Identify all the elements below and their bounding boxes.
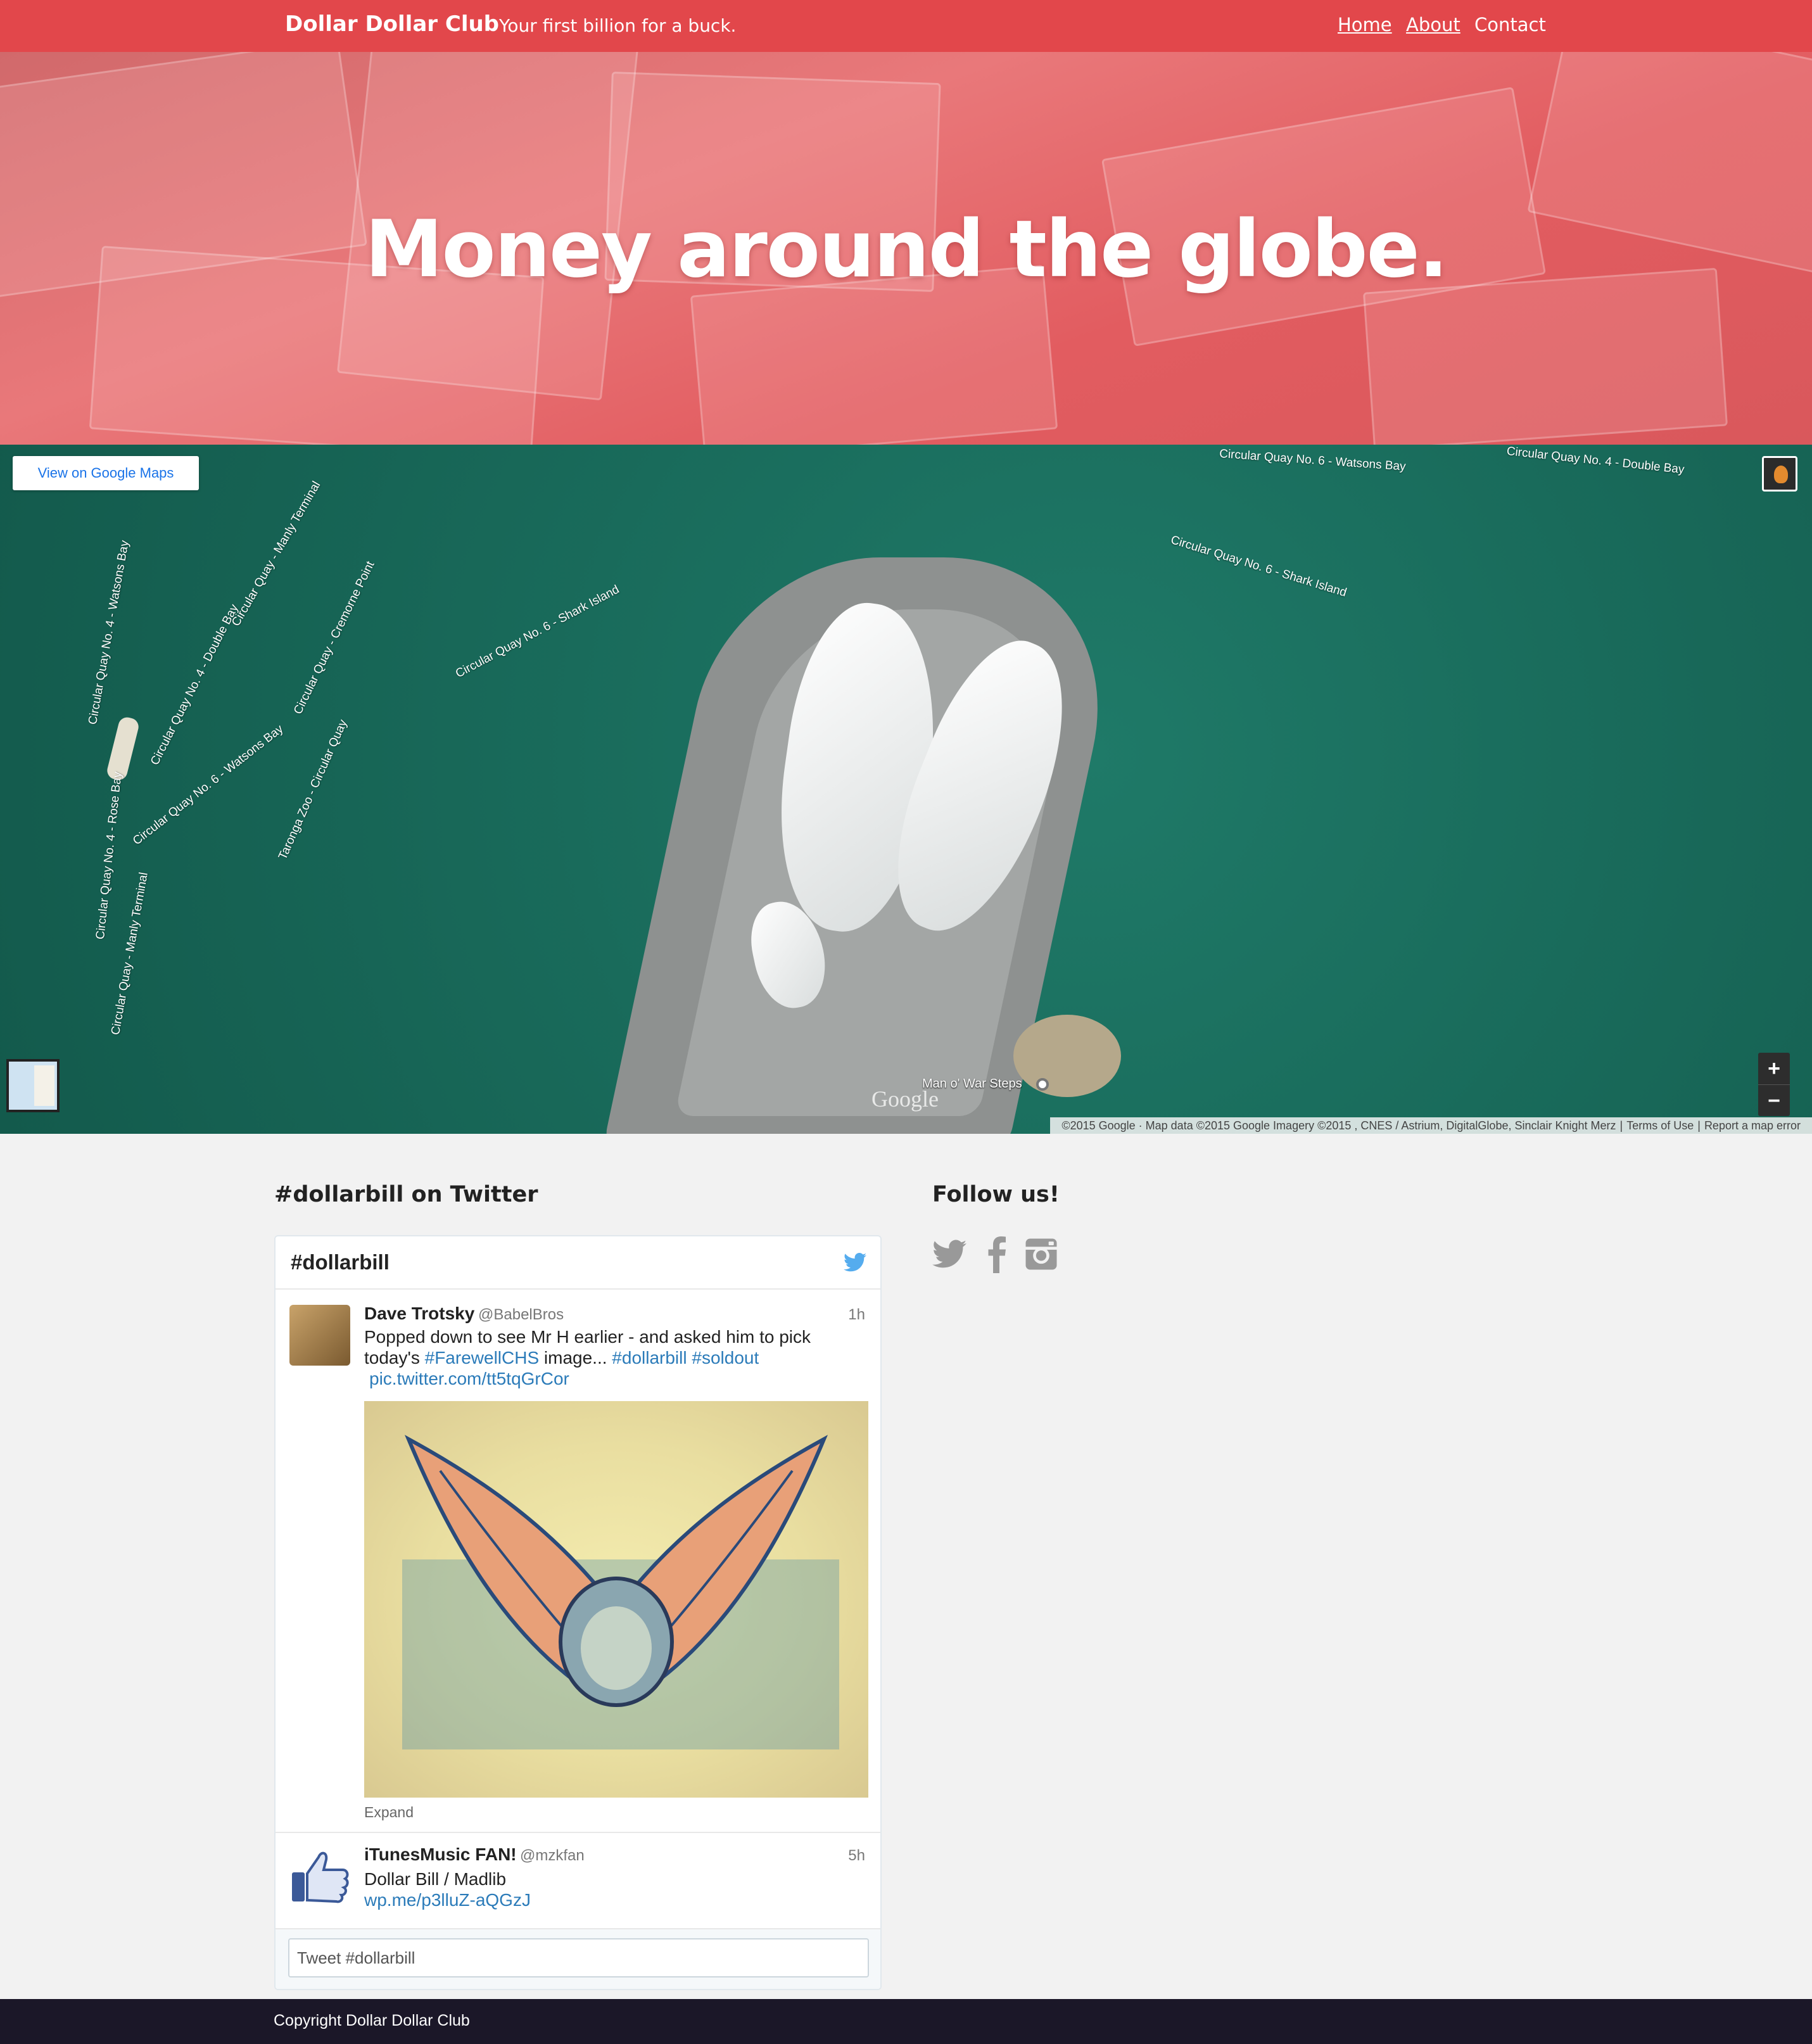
navbar: Dollar Dollar Club Your first billion fo… <box>0 0 1812 52</box>
map-rocks <box>1013 1015 1121 1097</box>
twitter-section-heading: #dollarbill on Twitter <box>274 1182 538 1207</box>
tweet-author[interactable]: Dave Trotsky <box>364 1304 474 1324</box>
tweet-text: Dollar Bill / Madlib wp.me/p3lluZ-aQGzJ <box>364 1869 531 1910</box>
map-route-label: Circular Quay No. 4 - Rose Bay <box>94 771 125 941</box>
copyright-text: Copyright Dollar Dollar Club <box>274 2012 470 2029</box>
nav-home-link[interactable]: Home <box>1338 14 1392 35</box>
zoom-in-button[interactable]: + <box>1758 1053 1790 1084</box>
map-route-label: Circular Quay No. 4 - Watsons Bay <box>86 539 132 726</box>
map-route-label: Circular Quay No. 6 - Watsons Bay <box>1219 447 1407 474</box>
map-attribution: ©2015 Google · Map data ©2015 Google Ima… <box>1050 1117 1812 1134</box>
map-route-label: Circular Quay No. 6 - Shark Island <box>1169 533 1348 600</box>
avatar[interactable] <box>289 1305 350 1366</box>
nav-contact-link[interactable]: Contact <box>1474 14 1546 35</box>
tweet-text-line: today's #FarewellCHS image... #dollarbil… <box>364 1347 811 1368</box>
street-view-pegman-icon[interactable] <box>1762 456 1797 492</box>
footer: Copyright Dollar Dollar Club <box>0 1999 1812 2044</box>
expand-link[interactable]: Expand <box>364 1804 414 1821</box>
tweet-photo[interactable] <box>364 1401 868 1798</box>
hero-banner: Money around the globe. <box>0 52 1812 445</box>
twitter-bird-icon[interactable] <box>844 1253 866 1272</box>
tweet-author[interactable]: iTunesMusic FAN! <box>364 1844 517 1865</box>
tweet-text-fragment: today's <box>364 1348 425 1368</box>
map-route-label: Circular Quay No. 6 - Shark Island <box>453 583 622 681</box>
twitter-timeline-widget: #dollarbill Dave Trotsky @BabelBros 1h P… <box>274 1235 882 1990</box>
tweet-link[interactable]: wp.me/p3lluZ-aQGzJ <box>364 1890 531 1910</box>
tweet-text-fragment: image... <box>539 1348 612 1368</box>
nav-about-link[interactable]: About <box>1406 14 1460 35</box>
tweet-text-line: Dollar Bill / Madlib <box>364 1869 507 1889</box>
map-type-thumbnail[interactable] <box>6 1059 60 1112</box>
thumbs-up-avatar-icon[interactable] <box>289 1844 350 1905</box>
report-map-error-link[interactable]: Report a map error <box>1701 1119 1804 1132</box>
zoom-control: + − <box>1758 1053 1790 1116</box>
facebook-icon[interactable] <box>985 1235 1007 1273</box>
tweet-timestamp[interactable]: 1h <box>848 1306 865 1324</box>
view-on-google-maps-button[interactable]: View on Google Maps <box>13 456 199 490</box>
hashtag-link[interactable]: #dollarbill <box>612 1348 687 1368</box>
winged-dollar-artwork <box>402 1435 839 1749</box>
hashtag-link[interactable]: #FarewellCHS <box>425 1348 540 1368</box>
terms-of-use-link[interactable]: Terms of Use <box>1623 1119 1697 1132</box>
tweet-text: Popped down to see Mr H earlier - and as… <box>364 1326 811 1389</box>
tweet-media-link[interactable]: pic.twitter.com/tt5tqGrCor <box>369 1369 569 1388</box>
map-route-label: Circular Quay - Manly Terminal <box>229 479 324 629</box>
brand-link[interactable]: Dollar Dollar Club <box>285 11 499 37</box>
map-route-label: Circular Quay - Cremorne Point <box>291 559 377 717</box>
map-data-credit: ©2015 Google · Map data ©2015 Google Ima… <box>1061 1119 1616 1132</box>
instagram-icon[interactable] <box>1023 1235 1059 1273</box>
compose-tweet-input[interactable]: Tweet #dollarbill <box>288 1938 869 1977</box>
tweet-text-line: pic.twitter.com/tt5tqGrCor <box>364 1368 811 1389</box>
map-route-label: Circular Quay No. 4 - Double Bay <box>148 602 241 768</box>
google-logo: Google <box>871 1086 939 1112</box>
tagline: Your first billion for a buck. <box>499 15 737 36</box>
widget-title[interactable]: #dollarbill <box>291 1250 390 1274</box>
tweet-item: Dave Trotsky @BabelBros 1h Popped down t… <box>276 1290 880 1833</box>
map-route-label: Taronga Zoo - Circular Quay <box>276 718 350 862</box>
hashtag-link[interactable]: #soldout <box>692 1348 759 1368</box>
map-route-label: Circular Quay No. 4 - Double Bay <box>1505 445 1685 477</box>
hero-title: Money around the globe. <box>365 204 1448 295</box>
follow-heading: Follow us! <box>932 1182 1060 1207</box>
map-route-label: Circular Quay No. 6 - Watsons Bay <box>130 722 286 848</box>
google-map[interactable]: Circular Quay No. 6 - Watsons Bay Circul… <box>0 445 1812 1134</box>
twitter-icon[interactable] <box>932 1235 966 1273</box>
tweet-handle[interactable]: @BabelBros <box>478 1306 564 1324</box>
place-marker-icon[interactable] <box>1036 1078 1049 1091</box>
zoom-out-button[interactable]: − <box>1758 1084 1790 1116</box>
compose-tweet-area: Tweet #dollarbill <box>276 1928 880 1989</box>
tweet-handle[interactable]: @mzkfan <box>520 1847 585 1865</box>
tweet-timestamp[interactable]: 5h <box>848 1847 865 1865</box>
tweet-text-line: Popped down to see Mr H earlier - and as… <box>364 1327 811 1347</box>
widget-header: #dollarbill <box>276 1236 880 1290</box>
map-route-label: Circular Quay - Manly Terminal <box>109 871 151 1036</box>
